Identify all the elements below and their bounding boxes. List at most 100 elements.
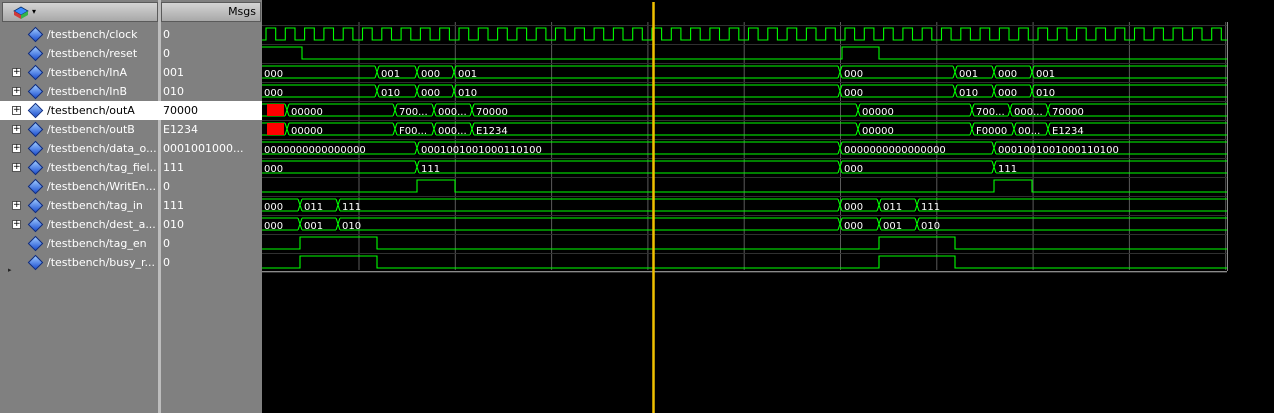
signal-name: /testbench/InB [47, 85, 128, 98]
bus-value-label: 000 [844, 69, 863, 80]
signal-diamond-icon [27, 254, 44, 271]
dropdown-arrow-icon[interactable]: ▾ [32, 7, 36, 16]
signal-row[interactable]: + /testbench/dest_a... 010 [0, 215, 262, 234]
bus-segment [919, 198, 1227, 212]
bus-value-label: 111 [998, 164, 1017, 175]
signal-name: /testbench/dest_a... [47, 218, 156, 231]
bus-value-label: 010 [381, 88, 400, 99]
bus-value-label: 000 [421, 69, 440, 80]
bus-value-label: 000... [1014, 107, 1043, 118]
bus-value-label: 000 [998, 69, 1017, 80]
bus-value-label: 00000 [862, 126, 894, 137]
bus-segment [996, 160, 1227, 174]
bus-segment [1034, 84, 1227, 98]
signal-value: 0 [163, 180, 170, 193]
bus-value-label: 0000000000000000 [844, 145, 946, 156]
bus-value-label: 0001001001000110100 [421, 145, 542, 156]
bus-transition [414, 65, 420, 79]
bus-transition [414, 84, 420, 98]
signal-name-header[interactable]: ▾ [2, 2, 158, 22]
signal-row[interactable]: + /testbench/data_o... 0001001000... [0, 139, 262, 158]
signal-row[interactable]: /testbench/reset 0 [0, 44, 262, 63]
bus-transition [414, 160, 420, 174]
bus-transition [1007, 103, 1013, 117]
waveform-logo-icon [13, 6, 29, 19]
bus-segment [456, 84, 838, 98]
signal-row[interactable]: /testbench/tag_en 0 [0, 234, 262, 253]
bus-transition [1045, 122, 1051, 136]
bus-transition [876, 217, 882, 231]
bus-value-label: 001 [381, 69, 400, 80]
signal-value: 001 [163, 66, 184, 79]
bus-transition [969, 103, 975, 117]
expand-plus-icon[interactable]: + [12, 201, 21, 210]
signal-diamond-icon [27, 140, 44, 157]
bus-segment [474, 103, 856, 117]
bus-transition [969, 122, 975, 136]
expand-plus-icon[interactable]: + [12, 220, 21, 229]
signal-diamond-icon [27, 159, 44, 176]
expand-plus-icon[interactable]: + [12, 87, 21, 96]
expand-plus-icon[interactable]: + [12, 68, 21, 77]
bus-segment [419, 160, 838, 174]
waveform-canvas[interactable]: 000 001 000 001 000 001 000 001000 010 000 010 000 0… [262, 0, 1274, 413]
bus-value-label: 000 [844, 202, 863, 213]
signal-value: 010 [163, 218, 184, 231]
bus-value-label: 0000000000000000 [264, 145, 366, 156]
timeline-strip [262, 2, 1274, 22]
bus-transition [374, 84, 380, 98]
bus-transition [469, 103, 475, 117]
signal-value: E1234 [163, 123, 198, 136]
bus-transition [991, 65, 997, 79]
bus-value-label: 010 [921, 221, 940, 232]
bus-value-label: 111 [421, 164, 440, 175]
expand-plus-icon[interactable]: + [12, 144, 21, 153]
signal-value: 0 [163, 256, 170, 269]
bus-transition [991, 160, 997, 174]
signal-row[interactable]: /testbench/clock 0 [0, 25, 262, 44]
signal-name: /testbench/clock [47, 28, 138, 41]
signal-value: 111 [163, 199, 184, 212]
collapse-arrow-icon[interactable]: ▸ [8, 266, 12, 274]
expand-plus-icon[interactable]: + [12, 125, 21, 134]
bus-value-label: 000 [264, 88, 283, 99]
expand-plus-icon[interactable]: + [12, 106, 21, 115]
signal-diamond-icon [27, 178, 44, 195]
signal-value: 0 [163, 28, 170, 41]
expand-plus-icon[interactable]: + [12, 163, 21, 172]
signal-name: /testbench/InA [47, 66, 128, 79]
bus-value-label: 010 [342, 221, 361, 232]
signal-row[interactable]: + /testbench/outB E1234 [0, 120, 262, 139]
signal-row[interactable]: /testbench/busy_r... 0 [0, 253, 262, 272]
signal-row[interactable]: + /testbench/tag_fiel... 111 [0, 158, 262, 177]
bus-transition [855, 103, 861, 117]
bus-value-label: 000... [438, 126, 467, 137]
bus-value-label: 000 [998, 88, 1017, 99]
bus-value-label: 001 [304, 221, 323, 232]
bus-segment [340, 217, 838, 231]
signal-row[interactable]: + /testbench/InB 010 [0, 82, 262, 101]
signal-row[interactable]: + /testbench/InA 001 [0, 63, 262, 82]
bus-transition [392, 103, 398, 117]
signal-diamond-icon [27, 121, 44, 138]
signal-diamond-icon [27, 83, 44, 100]
bus-value-label: 700... [399, 107, 428, 118]
signal-name: /testbench/reset [47, 47, 138, 60]
value-header[interactable]: Msgs [161, 2, 261, 22]
signal-name: /testbench/WritEn... [47, 180, 156, 193]
bus-value-label: 00... [1018, 126, 1040, 137]
bus-value-label: 00000 [291, 107, 323, 118]
signal-name: /testbench/tag_in [47, 199, 143, 212]
signal-row[interactable]: + /testbench/outA 70000 [0, 101, 262, 120]
bus-value-label: 000 [421, 88, 440, 99]
bus-transition [914, 217, 920, 231]
bus-value-label: 001 [959, 69, 978, 80]
signal-row[interactable]: /testbench/WritEn... 0 [0, 177, 262, 196]
bus-segment [474, 122, 856, 136]
signal-row[interactable]: + /testbench/tag_in 111 [0, 196, 262, 215]
bus-value-label: E1234 [1052, 126, 1084, 137]
signal-value: 111 [163, 161, 184, 174]
bus-value-label: 001 [883, 221, 902, 232]
bus-value-label: 001 [1036, 69, 1055, 80]
bus-value-label: 011 [883, 202, 902, 213]
